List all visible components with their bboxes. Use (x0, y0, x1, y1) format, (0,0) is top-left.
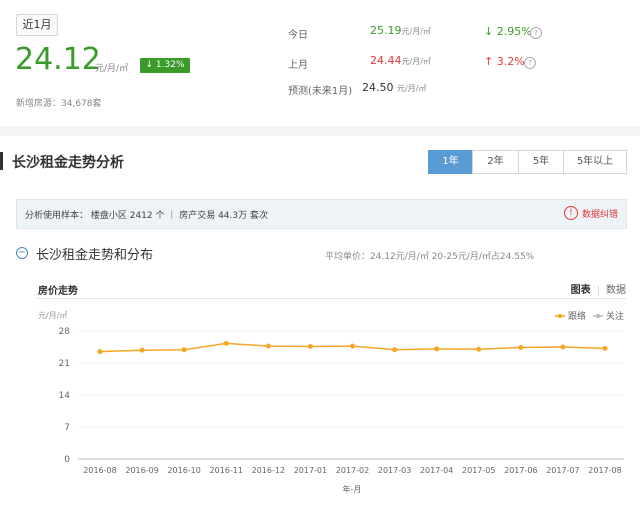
y-tick-label: 7 (64, 423, 70, 433)
data-point (350, 343, 355, 349)
x-tick-label: 2016-10 (167, 466, 200, 475)
data-point (97, 349, 103, 355)
y-tick-label: 21 (59, 359, 70, 369)
data-point (265, 343, 271, 349)
x-tick-label: 2016-11 (210, 466, 243, 475)
x-tick-label: 2017-04 (420, 466, 453, 475)
price-trend-chart: 元/月/㎡ 0 7 14 21 28 2016-08 2016-09 2016-10 2016-1… (38, 310, 624, 494)
data-point (139, 347, 145, 353)
x-tick-label: 2017-03 (378, 466, 411, 475)
legend-label: 关注 (606, 310, 624, 322)
legend-swatch-dot (557, 313, 563, 319)
data-point (518, 344, 524, 350)
data-point (392, 347, 398, 353)
x-tick-label: 2016-08 (83, 466, 116, 475)
data-point (560, 344, 566, 350)
y-tick-label: 28 (59, 327, 71, 337)
data-point (602, 345, 608, 351)
x-tick-label: 2017-01 (294, 466, 327, 475)
x-axis-label: 年-月 (343, 484, 362, 494)
y-tick-label: 0 (64, 455, 70, 465)
data-point (476, 346, 482, 352)
x-tick-label: 2017-07 (546, 466, 579, 475)
x-tick-label: 2016-09 (125, 466, 158, 475)
data-point (434, 346, 440, 352)
x-tick-label: 2017-08 (588, 466, 621, 475)
x-tick-label: 2017-05 (462, 466, 495, 475)
x-tick-label: 2017-06 (504, 466, 537, 475)
y-tick-label: 14 (59, 391, 71, 401)
y-axis-label: 元/月/㎡ (38, 311, 67, 320)
data-point (307, 344, 313, 350)
x-tick-label: 2016-12 (252, 466, 285, 475)
data-point (223, 340, 229, 346)
data-point (181, 347, 187, 353)
legend-label: 跟络 (568, 310, 586, 322)
x-tick-label: 2017-02 (336, 466, 369, 475)
legend-swatch-dot (595, 313, 601, 319)
